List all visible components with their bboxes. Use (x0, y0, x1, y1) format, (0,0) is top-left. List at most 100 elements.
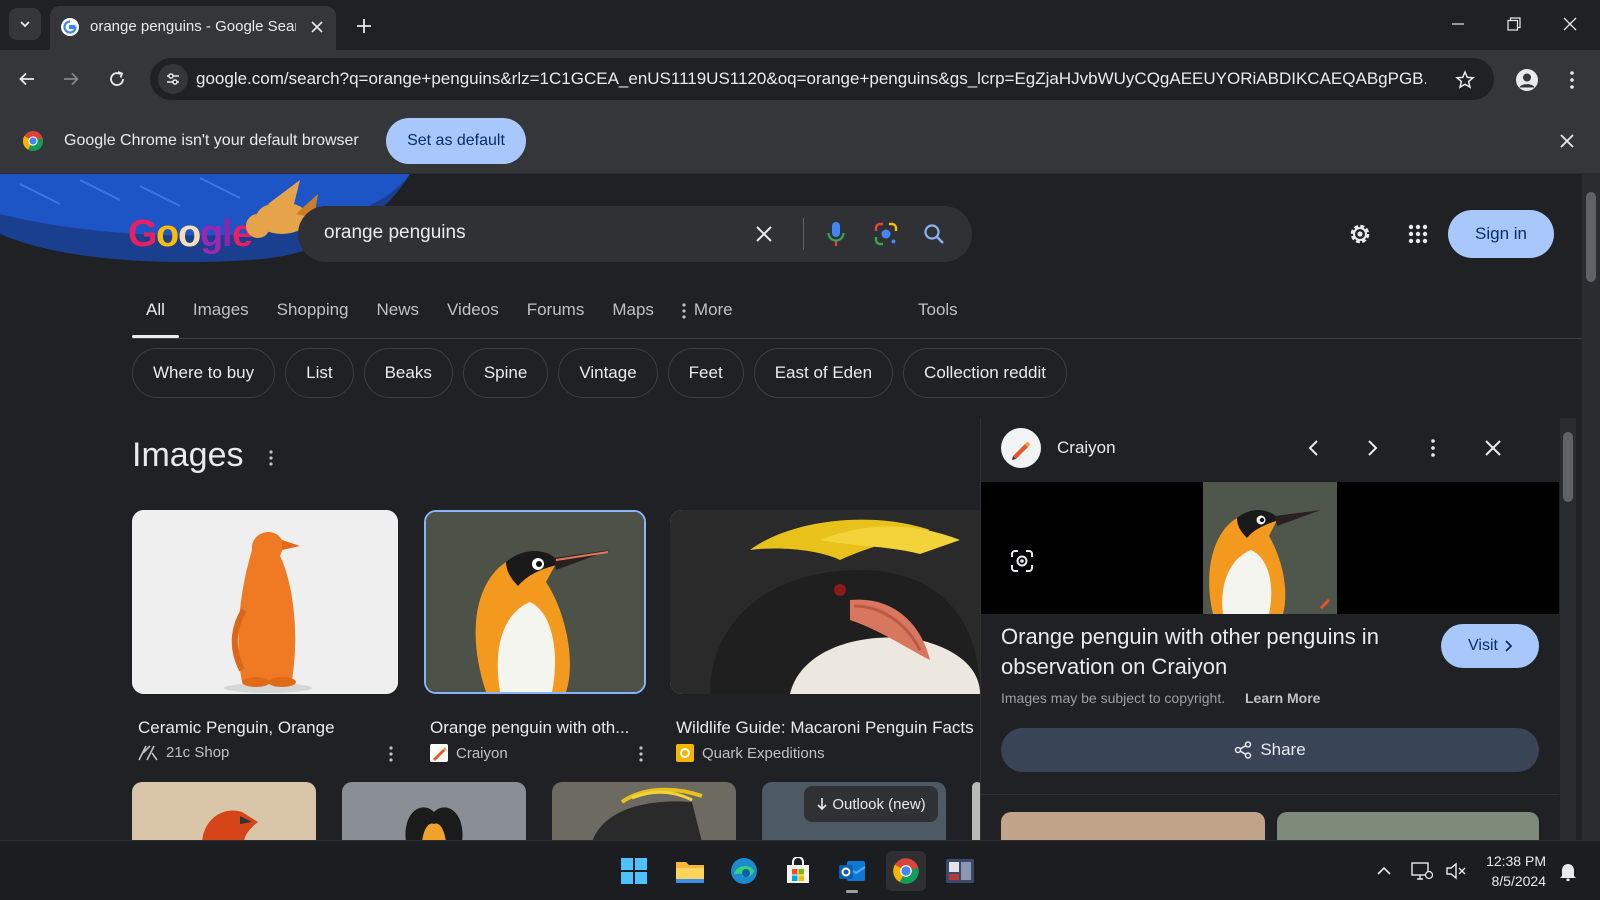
search-input[interactable]: orange penguins (324, 222, 724, 244)
tab-close-button[interactable] (306, 16, 328, 38)
show-hidden-icons-button[interactable] (1372, 859, 1396, 883)
quick-settings-button[interactable] (1342, 216, 1378, 252)
image-thumbnail[interactable] (552, 782, 736, 840)
tab-images[interactable]: Images (179, 292, 263, 338)
image-result-source[interactable]: 21c Shop (138, 744, 229, 761)
chip-collection-reddit[interactable]: Collection reddit (903, 348, 1067, 398)
search-submit-button[interactable] (918, 218, 950, 250)
tab-search-button[interactable] (9, 8, 41, 40)
search-box-divider (803, 218, 804, 250)
learn-more-link[interactable]: Learn More (1245, 690, 1320, 706)
image-result-title[interactable]: Wildlife Guide: Macaroni Penguin Facts (676, 718, 974, 738)
profile-button[interactable] (1512, 65, 1542, 95)
address-bar[interactable]: google.com/search?q=orange+penguins&rlz=… (150, 58, 1494, 100)
restore-button[interactable] (1492, 8, 1536, 40)
chip-east-of-eden[interactable]: East of Eden (753, 348, 894, 398)
image-result-title[interactable]: Ceramic Penguin, Orange (138, 718, 335, 738)
more-vert-icon (639, 746, 643, 762)
google-lens-button[interactable] (870, 218, 902, 250)
tab-shopping[interactable]: Shopping (263, 292, 363, 338)
result-menu-button[interactable] (636, 744, 646, 764)
image-thumbnail[interactable] (424, 510, 646, 694)
back-button[interactable] (11, 63, 43, 95)
related-image-thumbnail[interactable] (1277, 812, 1539, 840)
image-result-source[interactable]: Craiyon (430, 744, 508, 762)
tools-button[interactable]: Tools (918, 300, 958, 320)
new-tab-button[interactable] (350, 12, 378, 40)
title-bar: orange penguins - Google Search (0, 0, 1600, 50)
game-app-button[interactable] (940, 851, 980, 891)
chip-where-to-buy[interactable]: Where to buy (132, 348, 276, 398)
images-section-menu-button[interactable] (264, 446, 278, 470)
voice-search-button[interactable] (820, 218, 852, 250)
volume-icon-button[interactable] (1444, 859, 1468, 883)
google-apps-button[interactable] (1400, 216, 1436, 252)
site-info-button[interactable] (158, 64, 188, 94)
url-text[interactable]: google.com/search?q=orange+penguins&rlz=… (196, 69, 1426, 89)
edge-button[interactable] (724, 851, 764, 891)
craiyon-logo-icon (1001, 428, 1041, 468)
image-thumbnail[interactable] (132, 510, 398, 694)
restore-icon (1507, 17, 1521, 31)
previous-image-button[interactable] (1299, 434, 1327, 462)
outlook-button[interactable] (832, 851, 872, 893)
page-scrollbar[interactable] (1582, 174, 1600, 840)
bookmark-button[interactable] (1452, 67, 1478, 93)
image-result-title[interactable]: Orange penguin with oth... (430, 718, 629, 738)
browser-tab[interactable]: orange penguins - Google Search (50, 6, 336, 50)
set-as-default-button[interactable]: Set as default (386, 118, 526, 164)
tab-all[interactable]: All (132, 292, 179, 338)
panel-image-preview[interactable] (981, 482, 1559, 614)
image-result-source[interactable]: Quark Expeditions (676, 744, 825, 762)
network-icon-button[interactable] (1410, 859, 1434, 883)
chip-list[interactable]: List (285, 348, 354, 398)
chrome-taskbar-button[interactable] (886, 851, 926, 891)
chip-spine[interactable]: Spine (462, 348, 549, 398)
start-button[interactable] (614, 851, 654, 891)
image-thumbnail[interactable] (342, 782, 526, 840)
forward-button[interactable] (55, 63, 87, 95)
result-menu-button[interactable] (386, 744, 396, 764)
microsoft-store-button[interactable] (778, 851, 818, 891)
panel-scrollbar-thumb[interactable] (1563, 432, 1573, 502)
clear-search-button[interactable] (750, 220, 778, 248)
search-results-page: G o o g l e orange penguins Sign in All … (0, 174, 1582, 840)
notifications-button[interactable] (1556, 859, 1580, 883)
chip-feet[interactable]: Feet (667, 348, 744, 398)
minimize-button[interactable] (1436, 8, 1480, 40)
panel-image-title[interactable]: Orange penguin with other penguins in ob… (1001, 622, 1421, 682)
tab-forums[interactable]: Forums (513, 292, 599, 338)
close-window-button[interactable] (1548, 8, 1592, 40)
arrow-left-icon (19, 72, 34, 86)
outlook-download-toast[interactable]: Outlook (new) (804, 786, 938, 822)
next-image-button[interactable] (1359, 434, 1387, 462)
taskbar-date[interactable]: 8/5/2024 (1480, 873, 1547, 889)
chrome-menu-button[interactable] (1560, 65, 1584, 95)
search-box[interactable]: orange penguins (298, 206, 972, 262)
tab-news[interactable]: News (363, 292, 434, 338)
chip-beaks[interactable]: Beaks (363, 348, 453, 398)
image-thumbnail[interactable] (670, 510, 980, 694)
panel-menu-button[interactable] (1419, 434, 1447, 462)
page-scrollbar-thumb[interactable] (1586, 192, 1596, 282)
visit-button[interactable]: Visit (1441, 624, 1539, 668)
image-thumbnail[interactable] (132, 782, 316, 840)
tab-maps[interactable]: Maps (598, 292, 668, 338)
related-image-thumbnail[interactable] (1001, 812, 1265, 840)
more-vert-icon (1431, 439, 1435, 457)
taskbar-time[interactable]: 12:38 PM (1480, 853, 1546, 869)
reload-button[interactable] (101, 63, 133, 95)
tab-more[interactable]: More (668, 292, 747, 338)
file-explorer-button[interactable] (670, 851, 710, 891)
panel-close-button[interactable] (1479, 434, 1507, 462)
sign-in-button[interactable]: Sign in (1448, 210, 1554, 258)
chip-vintage[interactable]: Vintage (558, 348, 658, 398)
search-inside-image-button[interactable] (1007, 546, 1037, 576)
quark-favicon-icon (676, 744, 694, 762)
share-button[interactable]: Share (1001, 728, 1539, 772)
svg-text:o: o (156, 213, 179, 255)
panel-source-name[interactable]: Craiyon (1057, 438, 1116, 458)
tab-videos[interactable]: Videos (433, 292, 513, 338)
infobar-close-button[interactable] (1556, 130, 1578, 152)
panel-scrollbar[interactable] (1560, 418, 1576, 840)
